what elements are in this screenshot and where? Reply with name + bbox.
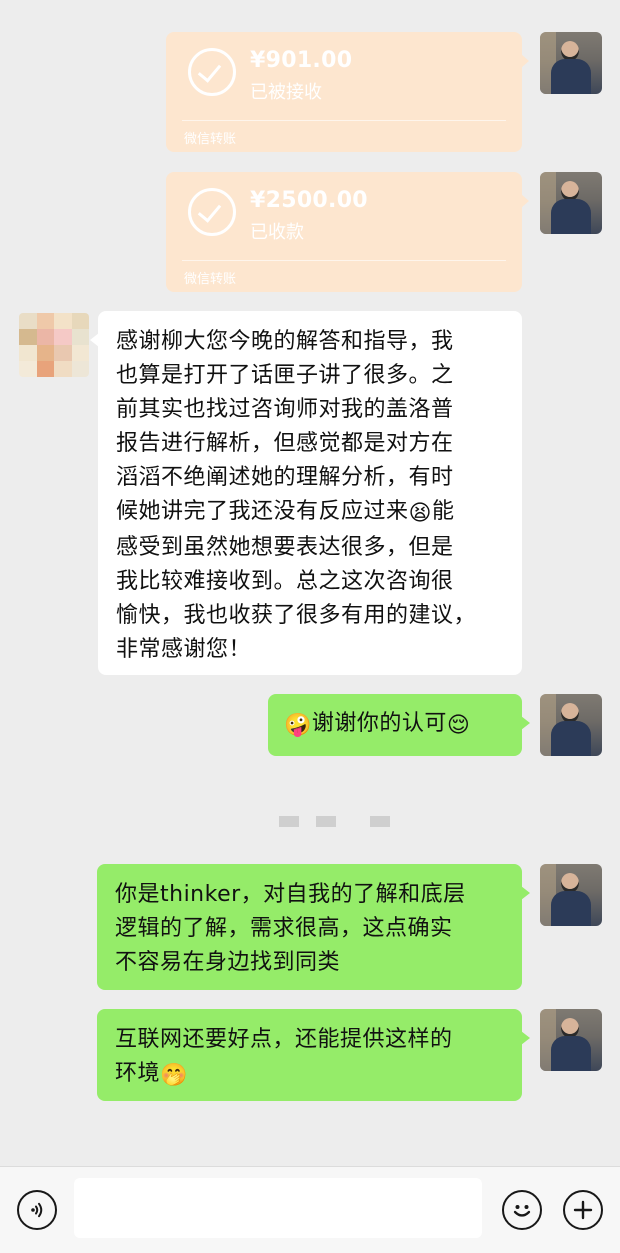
message-line: 我比较难接收到。总之这次咨询很 xyxy=(116,569,454,594)
message-line: 也算是打开了话匣子讲了很多。之 xyxy=(116,363,454,388)
avatar[interactable] xyxy=(540,1009,602,1071)
voice-icon[interactable] xyxy=(17,1190,57,1230)
message-line: 非常感谢您！ xyxy=(116,637,252,662)
crying-face-emoji-icon: 😫 xyxy=(408,501,432,526)
timestamp-blurred xyxy=(279,816,299,827)
message-line: 环境🤭 xyxy=(115,1057,504,1093)
outgoing-message[interactable]: 互联网还要好点，还能提供这样的 环境🤭 xyxy=(97,1009,530,1101)
transfer-source: 微信转账 xyxy=(184,132,237,147)
avatar[interactable] xyxy=(540,694,602,756)
transfer-status: 已收款 xyxy=(250,222,304,243)
outgoing-message[interactable]: 你是thinker，对自我的了解和底层 逻辑的了解，需求很高，这点确实 不容易在… xyxy=(97,864,530,990)
message-input[interactable] xyxy=(74,1178,482,1238)
timestamp-blurred xyxy=(316,816,336,827)
message-text: 环境 xyxy=(115,1061,161,1086)
timestamp-blurred xyxy=(370,816,390,827)
avatar[interactable] xyxy=(540,32,602,94)
input-bar xyxy=(0,1166,620,1253)
message-line: 感谢柳大您今晚的解答和指导，我 xyxy=(116,329,454,354)
avatar[interactable] xyxy=(540,864,602,926)
message-line: 前其实也找过咨询师对我的盖洛普 xyxy=(116,397,454,422)
zany-face-emoji-icon: 🤪 xyxy=(284,713,312,738)
check-circle-icon xyxy=(188,188,236,236)
outgoing-message[interactable]: 🤪谢谢你的认可😌 xyxy=(268,694,530,756)
message-text: 候她讲完了我还没有反应过来 xyxy=(116,499,409,524)
message-line: 愉快，我也收获了很多有用的建议， xyxy=(116,603,477,628)
emoji-icon-glyph xyxy=(513,1205,531,1217)
message-line: 🤪谢谢你的认可😌 xyxy=(284,707,506,743)
message-text: 谢谢你的认可 xyxy=(311,711,447,736)
message-line: 逻辑的了解，需求很高，这点确实 xyxy=(115,916,453,941)
message-text: 能 xyxy=(431,499,455,524)
message-line: 不容易在身边找到同类 xyxy=(115,950,341,975)
contact-avatar[interactable] xyxy=(19,313,89,377)
voice-icon-glyph xyxy=(31,1202,43,1218)
emoji-icon[interactable] xyxy=(502,1190,542,1230)
transfer-amount: ¥901.00 xyxy=(250,48,353,73)
message-line: 感受到虽然她想要表达很多，但是 xyxy=(116,535,454,560)
incoming-message[interactable]: 感谢柳大您今晚的解答和指导，我 也算是打开了话匣子讲了很多。之 前其实也找过咨询… xyxy=(90,311,522,675)
message-line: 候她讲完了我还没有反应过来😫能 xyxy=(116,495,504,531)
check-circle-icon xyxy=(188,48,236,96)
transfer-source: 微信转账 xyxy=(184,272,237,287)
message-line: 报告进行解析，但感觉都是对方在 xyxy=(116,431,454,456)
transfer-card[interactable]: ¥2500.00 已收款 微信转账 xyxy=(166,172,529,292)
relieved-face-emoji-icon: 😌 xyxy=(446,713,471,738)
face-with-hand-emoji-icon: 🤭 xyxy=(160,1063,188,1088)
transfer-status: 已被接收 xyxy=(250,82,322,103)
message-line: 滔滔不绝阐述她的理解分析，有时 xyxy=(116,465,454,490)
message-line: 你是thinker，对自我的了解和底层 xyxy=(115,882,466,907)
message-line: 互联网还要好点，还能提供这样的 xyxy=(115,1027,453,1052)
avatar[interactable] xyxy=(540,172,602,234)
transfer-amount: ¥2500.00 xyxy=(250,188,368,213)
plus-icon-glyph xyxy=(573,1200,593,1220)
plus-icon[interactable] xyxy=(563,1190,603,1230)
divider xyxy=(182,120,506,121)
divider xyxy=(182,260,506,261)
transfer-card[interactable]: ¥901.00 已被接收 微信转账 xyxy=(166,32,529,152)
